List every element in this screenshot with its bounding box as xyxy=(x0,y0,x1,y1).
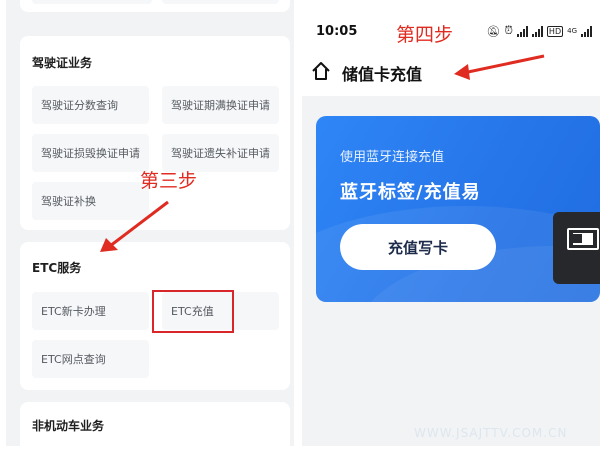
obu-device-illustration xyxy=(553,212,600,284)
step-three-annotation: 第三步 xyxy=(140,170,198,192)
network-4g-icon: 4G xyxy=(567,26,577,35)
bluetooth-recharge-banner: 使用蓝牙连接充值 蓝牙标签/充值易 充值写卡 xyxy=(316,116,600,302)
service-item-score-query[interactable]: 驾驶证分数查询 xyxy=(32,86,149,124)
service-item-etc-outlet-query[interactable]: ETC网点查询 xyxy=(32,340,149,378)
banner-subtitle: 使用蓝牙连接充值 xyxy=(340,150,445,165)
mute-icon: 🔕︎ xyxy=(486,24,501,38)
previous-card-stub xyxy=(20,0,290,12)
service-item-damage-replace[interactable]: 驾驶证损毁换证申请 xyxy=(32,134,149,172)
driving-license-title: 驾驶证业务 xyxy=(32,56,93,70)
page-title: 储值卡充值 xyxy=(342,65,423,84)
etc-service-title: ETC服务 xyxy=(32,261,82,275)
recharge-write-card-button[interactable]: 充值写卡 xyxy=(340,224,496,270)
watermark-text: WWW.JSAJTTV.COM.CN xyxy=(414,426,568,440)
signal-icon xyxy=(531,25,543,37)
status-bar-time: 10:05 xyxy=(316,24,358,39)
step-four-arrow xyxy=(454,54,545,80)
right-screenshot-panel: 10:05 🔕︎ ⏰︎ HD 4G 储值卡充值 第四步 使用蓝牙连接充值 蓝牙标… xyxy=(302,0,600,446)
signal-icon xyxy=(581,25,592,37)
alarm-icon: ⏰︎ xyxy=(504,24,513,37)
service-item-renewal[interactable]: 驾驶证期满换证申请 xyxy=(162,86,279,124)
status-bar-icons: 🔕︎ ⏰︎ HD 4G xyxy=(486,24,592,38)
non-motor-card: 非机动车业务 xyxy=(20,402,290,446)
previous-item-stub xyxy=(32,0,152,4)
non-motor-title: 非机动车业务 xyxy=(32,419,105,433)
left-screenshot-panel: 驾驶证业务 驾驶证分数查询 驾驶证期满换证申请 驾驶证损毁换证申请 驾驶证遗失补… xyxy=(6,0,294,446)
step-three-arrow xyxy=(100,200,169,252)
device-indicator xyxy=(573,234,582,243)
home-icon[interactable] xyxy=(310,60,332,82)
service-item-etc-new-card[interactable]: ETC新卡办理 xyxy=(32,292,149,330)
previous-item-stub xyxy=(162,0,279,4)
signal-icon xyxy=(516,25,528,37)
phone-header-area: 10:05 🔕︎ ⏰︎ HD 4G 储值卡充值 xyxy=(302,0,600,96)
step-four-annotation: 第四步 xyxy=(396,24,454,46)
hd-icon: HD xyxy=(546,25,564,37)
etc-recharge-highlight-box xyxy=(152,290,234,333)
banner-headline: 蓝牙标签/充值易 xyxy=(340,182,481,203)
